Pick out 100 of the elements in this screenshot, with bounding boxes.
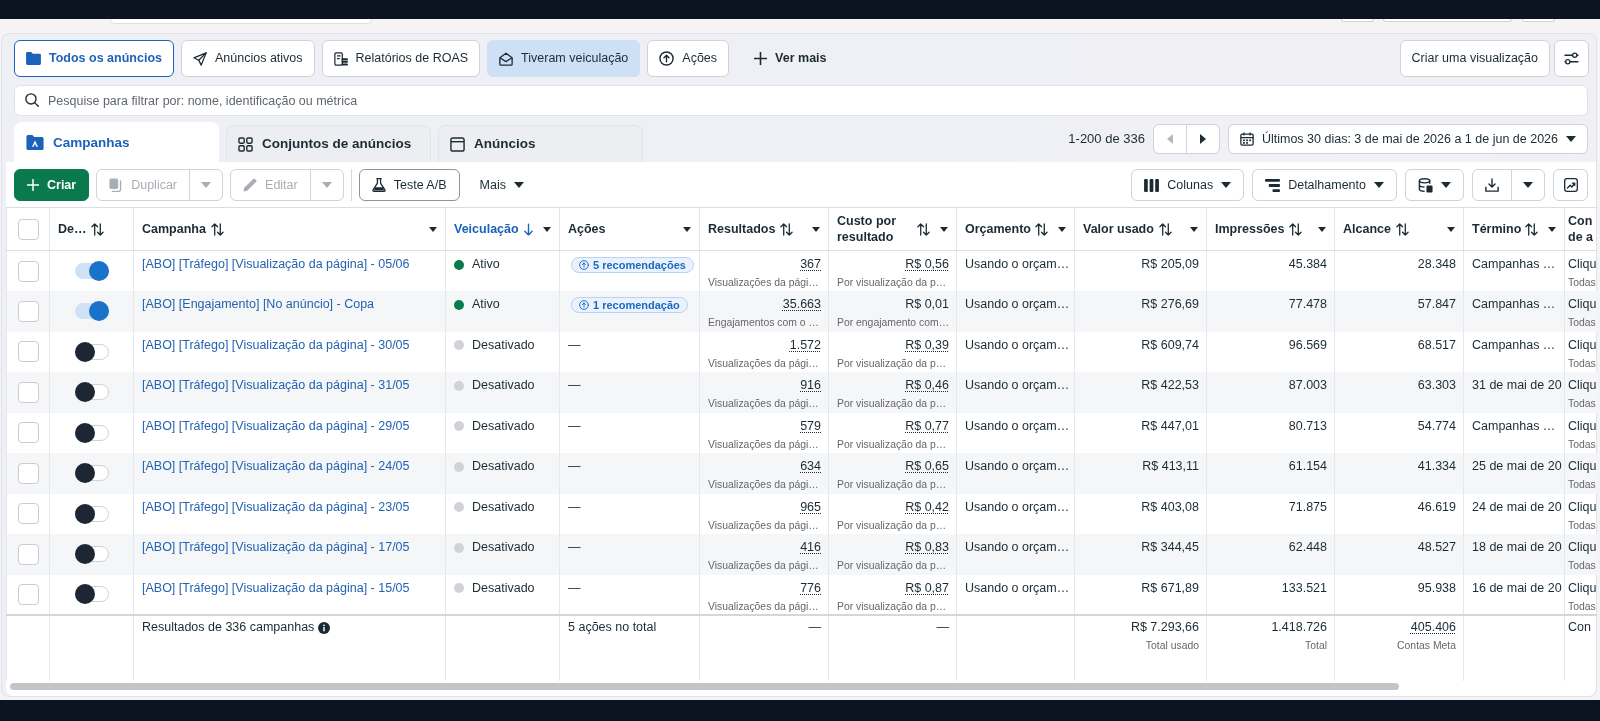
toggle-switch[interactable]	[74, 301, 109, 322]
total-label: Total usado	[1145, 640, 1199, 651]
column-header[interactable]: Campanha	[142, 221, 206, 237]
recommendations-chip[interactable]: 1 recomendação	[571, 297, 688, 313]
campaign-link[interactable]: [ABO] [Tráfego] [Visualização da página] - 29/05	[142, 418, 410, 433]
row-checkbox[interactable]	[17, 462, 39, 484]
filter-tab[interactable]: Tiveram veiculação	[487, 40, 641, 77]
campaign-link[interactable]: [ABO] [Tráfego] [Visualização da página] - 05/06	[142, 257, 410, 271]
columns-button[interactable]: Colunas	[1131, 169, 1245, 201]
toggle-switch[interactable]	[74, 503, 109, 524]
filter-tab[interactable]: Anúncios ativos	[181, 40, 315, 77]
sort-icon[interactable]	[1035, 222, 1048, 236]
caret-icon[interactable]	[429, 226, 437, 232]
filter-tab[interactable]: Ações	[647, 40, 730, 77]
caret-icon[interactable]	[1190, 226, 1198, 232]
caret-icon[interactable]	[1318, 226, 1326, 232]
column-header[interactable]: Ações	[568, 221, 606, 237]
sort-icon[interactable]	[780, 222, 794, 236]
column-header[interactable]: De…	[58, 221, 87, 237]
chart-button[interactable]	[1553, 169, 1588, 201]
sort-icon[interactable]	[210, 222, 224, 236]
toggle-switch[interactable]	[74, 584, 109, 605]
caret-icon[interactable]	[1447, 226, 1455, 232]
toggle-switch[interactable]	[74, 341, 109, 362]
status-text: Ativo	[472, 256, 500, 273]
cost-value: R$ 0,42	[905, 499, 949, 514]
download-button[interactable]	[1472, 169, 1512, 201]
toggle-switch[interactable]	[74, 382, 109, 403]
toggle-switch[interactable]	[74, 261, 109, 281]
more-filters-button[interactable]: Ver mais	[742, 40, 839, 77]
sort-icon[interactable]	[91, 222, 105, 236]
arrow-up-circle-icon	[659, 51, 675, 66]
row-checkbox[interactable]	[17, 260, 39, 282]
dropdown-button[interactable]	[1405, 169, 1464, 201]
sort-icon[interactable]	[917, 222, 930, 236]
caret-icon[interactable]	[543, 226, 551, 232]
campaign-link[interactable]: [ABO] [Engajamento] [No anúncio] - Copa	[142, 297, 375, 311]
table-cell-text: Con	[1568, 620, 1591, 634]
ab-test-button[interactable]: Teste A/B	[358, 169, 460, 201]
toggle-switch[interactable]	[74, 463, 109, 484]
select-all-checkbox[interactable]	[17, 218, 39, 240]
level-tab[interactable]: Campanhas	[14, 122, 219, 162]
row-checkbox[interactable]	[17, 341, 39, 363]
amount-spent: R$ 447,01	[1141, 418, 1199, 433]
level-tab[interactable]: Conjuntos de anúncios	[226, 125, 431, 162]
campaign-link[interactable]: [ABO] [Tráfego] [Visualização da página] - 23/05	[142, 499, 410, 514]
column-header[interactable]: Alcance	[1343, 221, 1391, 237]
row-checkbox[interactable]	[17, 583, 39, 605]
caret-icon[interactable]	[940, 226, 948, 232]
more-button[interactable]: Mais	[466, 169, 537, 201]
input-field[interactable]	[110, 19, 372, 24]
toggle-switch[interactable]	[74, 544, 109, 565]
filter-tab[interactable]: Todos os anúncios	[14, 40, 174, 77]
column-header[interactable]: Resultados	[708, 221, 776, 237]
row-checkbox[interactable]	[17, 381, 39, 403]
sort-icon[interactable]	[1525, 222, 1538, 236]
cost-label: Por visualização da p…	[837, 560, 947, 571]
caret-icon[interactable]	[1058, 226, 1066, 232]
date-range-button[interactable]: Últimos 30 dias: 3 de mai de 2026 a 1 de jun de 2026	[1227, 124, 1588, 154]
sort-icon[interactable]	[1395, 222, 1409, 236]
campaign-link[interactable]: [ABO] [Tráfego] [Visualização da página] - 24/05	[142, 459, 410, 473]
end-value: Campanhas …	[1472, 257, 1556, 271]
recommendations-chip[interactable]: 5 recomendações	[571, 257, 694, 273]
window-icon	[450, 136, 465, 152]
campaign-link[interactable]: [ABO] [Tráfego] [Visualização da página] - 30/05	[142, 337, 410, 352]
next-page-button[interactable]	[1185, 124, 1220, 154]
row-checkbox[interactable]	[17, 543, 39, 565]
impressions-count: 133.521	[1281, 580, 1327, 595]
sort-icon[interactable]	[1158, 222, 1172, 236]
row-checkbox[interactable]	[17, 422, 39, 444]
end-value: Campanhas …	[1472, 337, 1556, 352]
level-tab[interactable]: Anúncios	[438, 125, 643, 162]
campaign-link[interactable]: [ABO] [Tráfego] [Visualização da página] - 31/05	[142, 378, 410, 392]
create-button[interactable]: Criar	[14, 169, 90, 201]
filter-tab[interactable]: Relatórios de ROAS	[321, 40, 481, 77]
scrollbar-thumb[interactable]	[10, 683, 1399, 690]
cost-label: Por visualização da p…	[837, 357, 947, 369]
settings-button[interactable]	[1554, 40, 1589, 77]
column-header[interactable]: Término	[1472, 221, 1520, 237]
campaign-link[interactable]: [ABO] [Tráfego] [Visualização da página] - 17/05	[142, 540, 410, 554]
caret-icon[interactable]	[812, 226, 820, 232]
row-checkbox[interactable]	[17, 300, 39, 322]
column-header[interactable]: Impressões	[1215, 221, 1285, 237]
create-view-button[interactable]: Criar uma visualização	[1399, 40, 1550, 77]
search-field[interactable]: Pesquise para filtrar por: nome, identificação ou métrica	[14, 85, 1588, 116]
impressions-count: 77.478	[1288, 297, 1327, 311]
results-count: 634	[800, 459, 821, 473]
caret-icon[interactable]	[683, 226, 691, 232]
column-header[interactable]: Valor usado	[1083, 221, 1154, 237]
column-header[interactable]: Orçamento	[965, 221, 1030, 237]
breakdown-button[interactable]: Detalhamento	[1252, 169, 1397, 201]
table-cell-text: Cliqu	[1568, 378, 1597, 392]
row-checkbox[interactable]	[17, 503, 39, 525]
sort-icon[interactable]	[1289, 222, 1303, 236]
caret-icon[interactable]	[1548, 226, 1556, 232]
dropdown-button[interactable]	[1511, 169, 1545, 201]
arrow-down-icon[interactable]	[523, 222, 533, 236]
campaign-link[interactable]: [ABO] [Tráfego] [Visualização da página] - 15/05	[142, 580, 410, 595]
toggle-switch[interactable]	[74, 422, 109, 443]
table-cell-subtext: Todas	[1568, 479, 1596, 490]
